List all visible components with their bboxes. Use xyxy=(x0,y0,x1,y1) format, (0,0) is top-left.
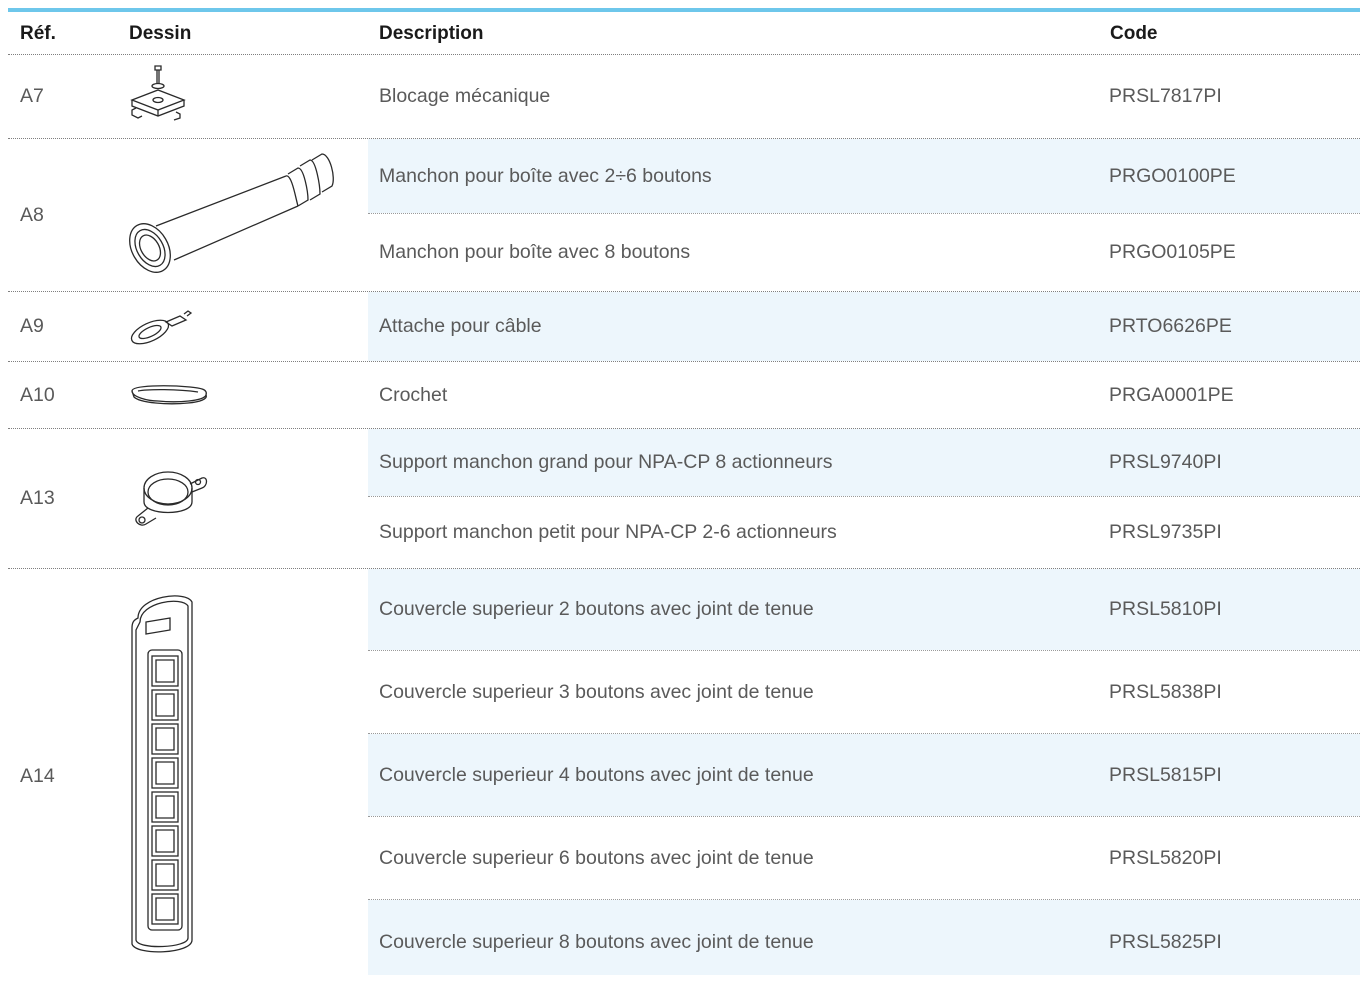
parts-table: Réf. Dessin Description Code A7 Blocage … xyxy=(8,8,1360,975)
description-a9-1: Attache pour câble xyxy=(379,315,542,337)
header-drawing: Dessin xyxy=(129,23,192,44)
code-a14-5: PRSL5825PI xyxy=(1109,931,1222,953)
code-a14-4: PRSL5820PI xyxy=(1109,846,1222,869)
description-a7-1: Blocage mécanique xyxy=(379,85,551,107)
description-a10-1: Crochet xyxy=(379,383,448,406)
description-a14-3: Couvercle superieur 4 boutons avec joint… xyxy=(379,763,814,786)
header-ref: Réf. xyxy=(20,23,56,44)
ref-a7: A7 xyxy=(20,85,44,107)
ref-a10: A10 xyxy=(20,383,55,406)
code-a8-2: PRGO0105PE xyxy=(1109,241,1236,263)
description-a8-2: Manchon pour boîte avec 8 boutons xyxy=(379,241,691,263)
description-a13-1: Support manchon grand pour NPA-CP 8 acti… xyxy=(379,451,833,473)
sleeve-drawing xyxy=(126,148,338,280)
ref-a14: A14 xyxy=(20,764,55,787)
mechanical-lock-drawing xyxy=(126,62,192,124)
code-a7-1: PRSL7817PI xyxy=(1109,85,1222,107)
sleeve-support-drawing xyxy=(128,464,208,530)
code-a9-1: PRTO6626PE xyxy=(1109,315,1232,337)
ref-a8: A8 xyxy=(20,203,44,226)
description-a14-4: Couvercle superieur 6 boutons avec joint… xyxy=(379,846,814,869)
description-a14-5: Couvercle superieur 8 boutons avec joint… xyxy=(379,931,814,953)
code-a13-1: PRSL9740PI xyxy=(1109,451,1222,473)
header-description: Description xyxy=(379,23,484,44)
cable-clip-drawing xyxy=(128,308,194,346)
code-a14-3: PRSL5815PI xyxy=(1109,763,1222,786)
code-a14-1: PRSL5810PI xyxy=(1109,598,1222,620)
description-a14-2: Couvercle superieur 3 boutons avec joint… xyxy=(379,680,814,703)
code-a13-2: PRSL9735PI xyxy=(1109,521,1222,543)
ref-a9: A9 xyxy=(20,315,44,337)
hook-drawing xyxy=(128,383,210,407)
code-a14-2: PRSL5838PI xyxy=(1109,680,1222,703)
description-a8-1: Manchon pour boîte avec 2÷6 boutons xyxy=(379,164,712,187)
code-a8-1: PRGO0100PE xyxy=(1109,164,1236,187)
header-code: Code xyxy=(1110,23,1158,44)
description-a13-2: Support manchon petit pour NPA-CP 2-6 ac… xyxy=(379,521,837,543)
description-a14-1: Couvercle superieur 2 boutons avec joint… xyxy=(379,598,814,620)
code-a10-1: PRGA0001PE xyxy=(1109,383,1234,406)
ref-a13: A13 xyxy=(20,487,55,509)
top-cover-drawing xyxy=(126,588,200,958)
